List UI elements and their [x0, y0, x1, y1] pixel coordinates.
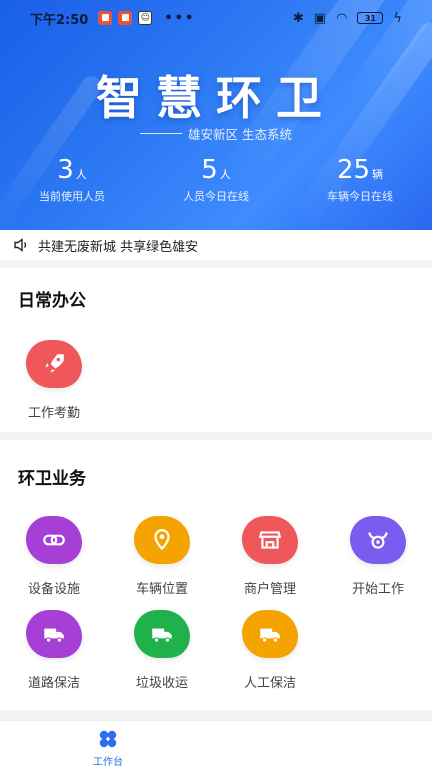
- grid-item-label: 开始工作: [351, 582, 404, 597]
- section-title-sanitation: 环卫业务: [18, 469, 86, 489]
- notification-icon: ☺: [138, 11, 153, 25]
- bull-icon: [350, 516, 406, 564]
- app-subtitle: 雄安新区 生态系统: [0, 124, 432, 143]
- truck-icon: [242, 610, 298, 658]
- notice-bar[interactable]: 共建无废新城 共享绿色雄安: [0, 230, 432, 260]
- wifi-icon: ◠: [336, 10, 348, 26]
- grid-item-road-cleaning[interactable]: 道路保洁: [0, 610, 108, 691]
- battery-icon: 31: [357, 12, 384, 24]
- more-notifications: •••: [164, 10, 196, 26]
- grid-item-label: 商户管理: [243, 582, 296, 597]
- store-icon: [242, 516, 298, 564]
- sanitation-section: 环卫业务 设备设施 车辆位置 商户管理 开始工作 道路保洁 垃圾收运 人工保洁: [0, 440, 432, 710]
- section-title-daily-office: 日常办公: [18, 291, 86, 311]
- hero-banner: 下午2:50 ■ ■ ☺ ••• ✱ ▣ ◠ 31 ϟ 智慧环卫 雄安新区 生态…: [0, 0, 432, 230]
- clover-icon: [99, 730, 117, 748]
- notification-icon: ■: [118, 11, 133, 25]
- stat-current-users: 3人 当前使用人员: [39, 155, 105, 203]
- sim-icon: ▣: [313, 10, 327, 26]
- grid-item-garbage-collection[interactable]: 垃圾收运: [108, 610, 216, 691]
- charging-icon: ϟ: [393, 10, 402, 26]
- link-icon: [26, 516, 82, 564]
- location-icon: [134, 516, 190, 564]
- rocket-icon: [26, 340, 82, 388]
- tab-label: 工作台: [93, 757, 123, 768]
- grid-item-vehicle-location[interactable]: 车辆位置: [108, 516, 216, 597]
- truck-icon: [26, 610, 82, 658]
- stat-vehicles-online: 25 辆 车辆今日在线: [327, 155, 393, 203]
- app-title: 智慧环卫: [96, 71, 336, 125]
- grid-item-label: 设备设施: [27, 582, 80, 597]
- stat-staff-online: 5人 人员今日在线: [183, 155, 249, 203]
- bluetooth-icon: ✱: [292, 10, 304, 26]
- grid-item-label: 垃圾收运: [135, 676, 188, 691]
- truck-icon: [134, 610, 190, 658]
- status-time: 下午2:50: [30, 12, 89, 28]
- grid-item-equipment[interactable]: 设备设施: [0, 516, 108, 597]
- grid-item-label: 人工保洁: [243, 676, 296, 691]
- grid-item-label: 工作考勤: [27, 406, 80, 421]
- stats-row: 3人 当前使用人员 5人 人员今日在线 25 辆 车辆今日在线: [0, 156, 432, 204]
- grid-item-start-work[interactable]: 开始工作: [324, 516, 432, 597]
- grid-item-merchant-management[interactable]: 商户管理: [216, 516, 324, 597]
- grid-item-manual-cleaning[interactable]: 人工保洁: [216, 610, 324, 691]
- speaker-icon: [14, 238, 27, 252]
- grid-item-attendance[interactable]: 工作考勤: [0, 340, 108, 421]
- bottom-tab-bar: 工作台: [0, 720, 432, 768]
- status-bar: 下午2:50 ■ ■ ☺ ••• ✱ ▣ ◠ 31 ϟ: [0, 0, 432, 36]
- notice-text: 共建无废新城 共享绿色雄安: [38, 239, 199, 255]
- notification-icon: ■: [98, 11, 113, 25]
- grid-item-label: 车辆位置: [135, 582, 188, 597]
- tab-workbench[interactable]: 工作台: [82, 727, 134, 768]
- daily-office-section: 日常办公 工作考勤: [0, 268, 432, 432]
- grid-item-label: 道路保洁: [27, 676, 80, 691]
